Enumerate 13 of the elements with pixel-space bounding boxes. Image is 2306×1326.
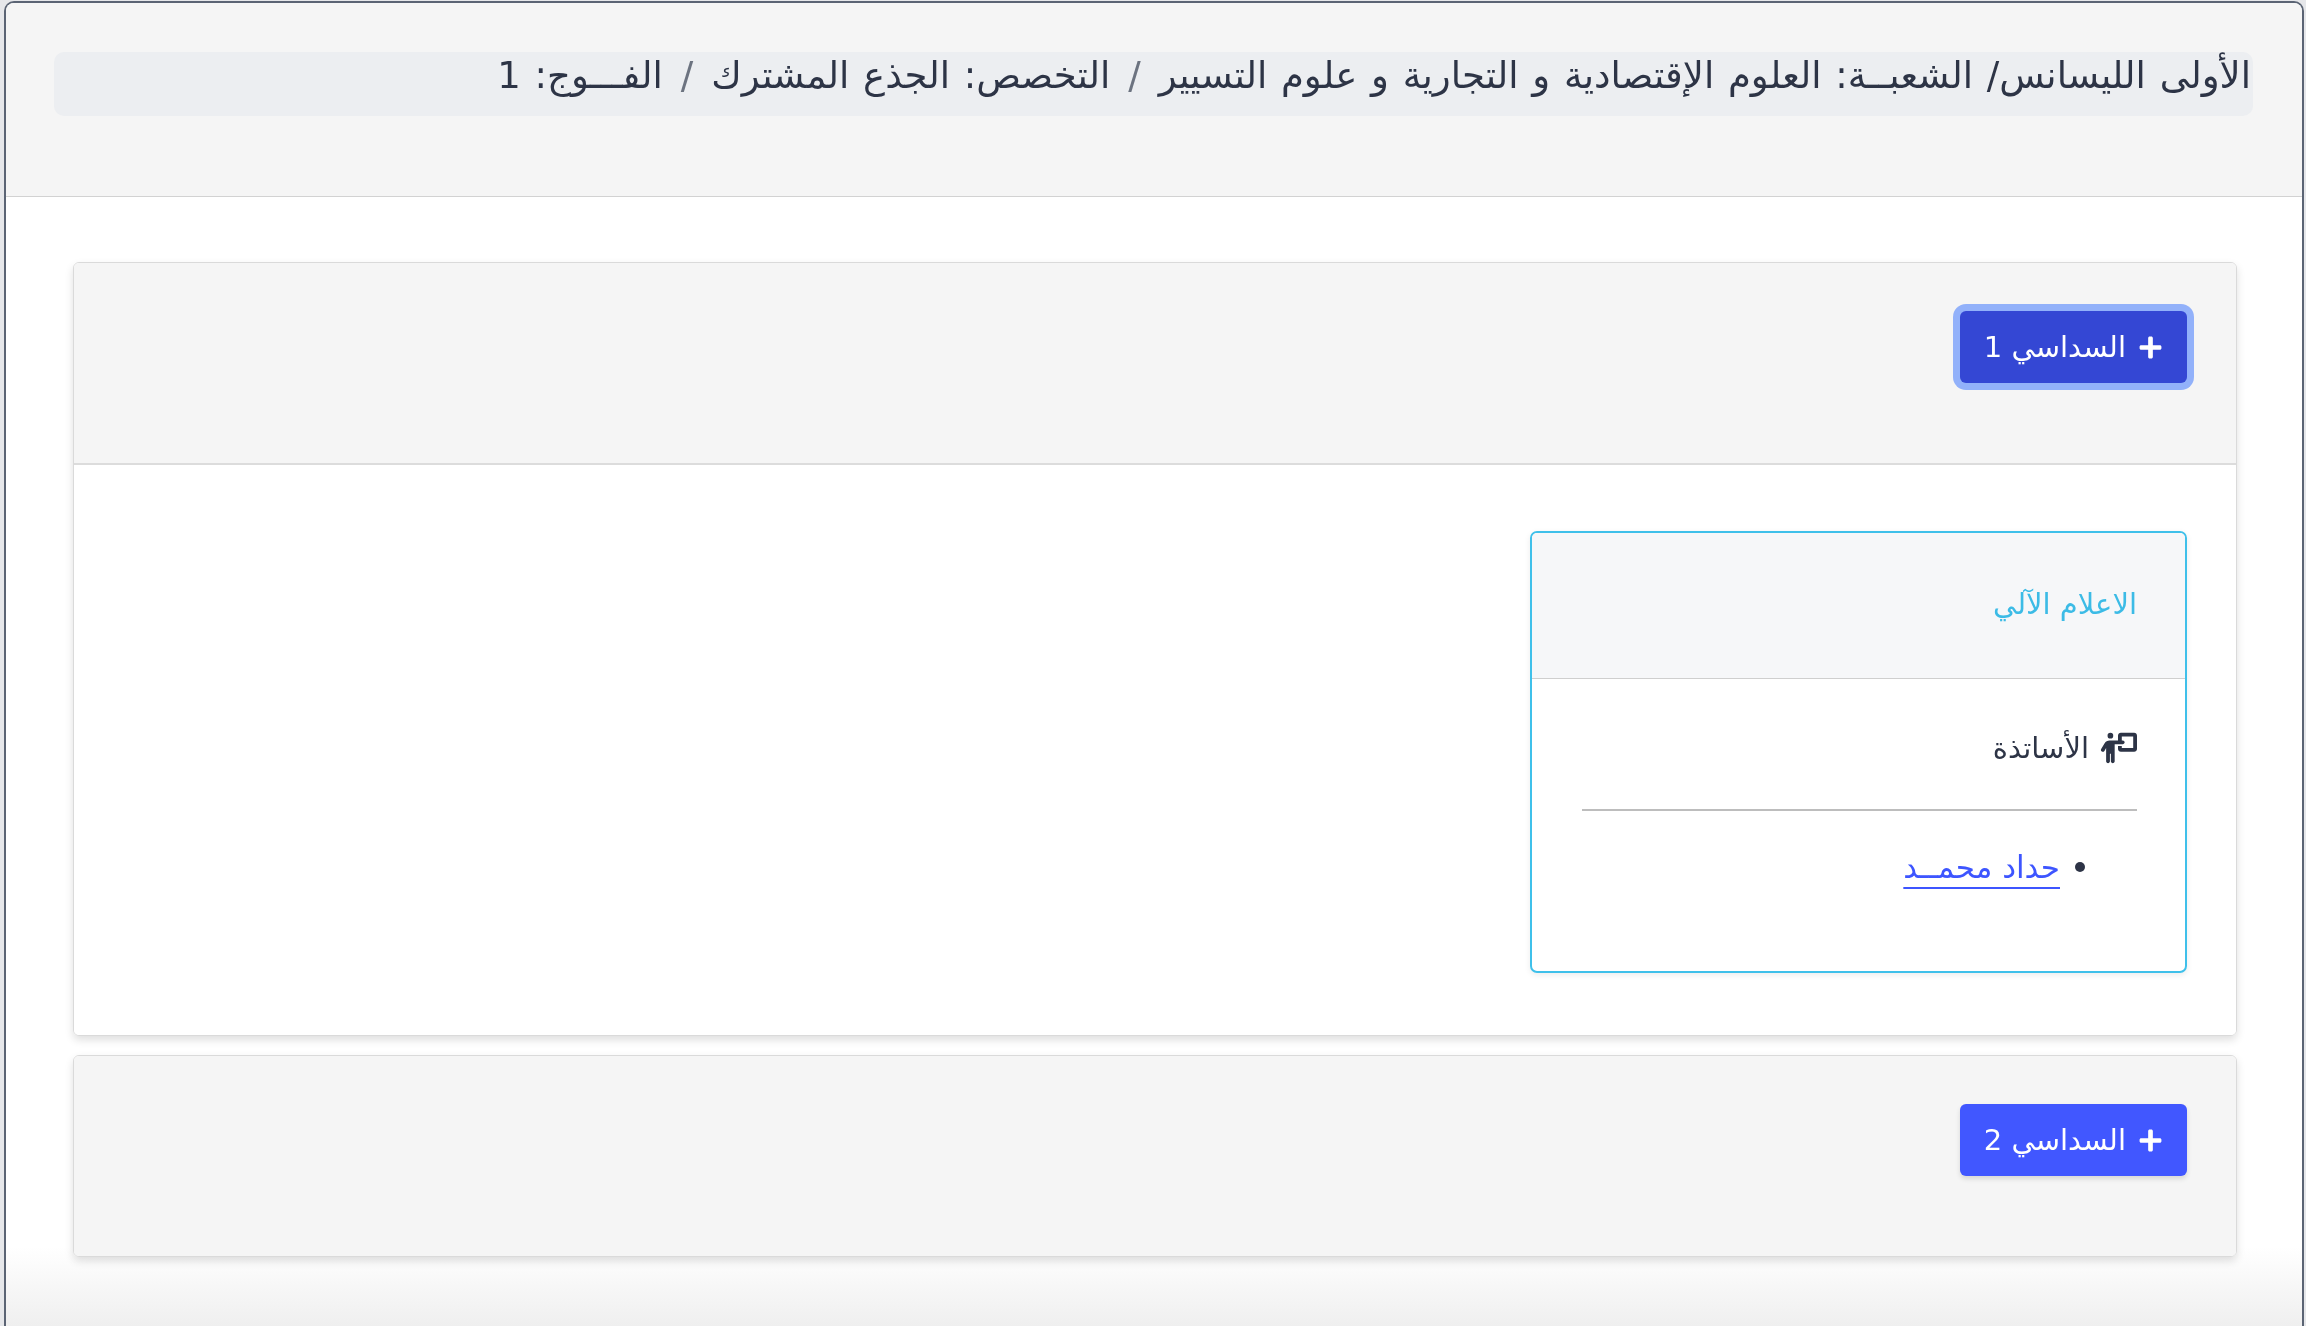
module-title: الاعلام الآلي [1993,586,2137,621]
breadcrumb-separator: / [1127,53,1142,97]
section-label: الأساتذة [1992,731,2089,765]
breadcrumb-item: الأولى الليسانس/ الشعبــة: العلوم الإقتصادية و التجارية و علوم التسيير [1158,53,2251,97]
breadcrumb-separator: / [679,53,695,97]
breadcrumb-item: التخصص: الجذع المشترك [711,53,1111,97]
semester-toggle-button[interactable]: السداسي 2 [1959,1104,2187,1176]
teacher-link[interactable]: حداد محمــد [1903,849,2060,885]
plus-icon [2138,1127,2163,1153]
teacher-board-icon [2099,732,2137,764]
plus-icon [2138,334,2163,360]
breadcrumb-item: الفـــوج: 1 [497,53,663,97]
bullet-icon [2075,862,2085,872]
